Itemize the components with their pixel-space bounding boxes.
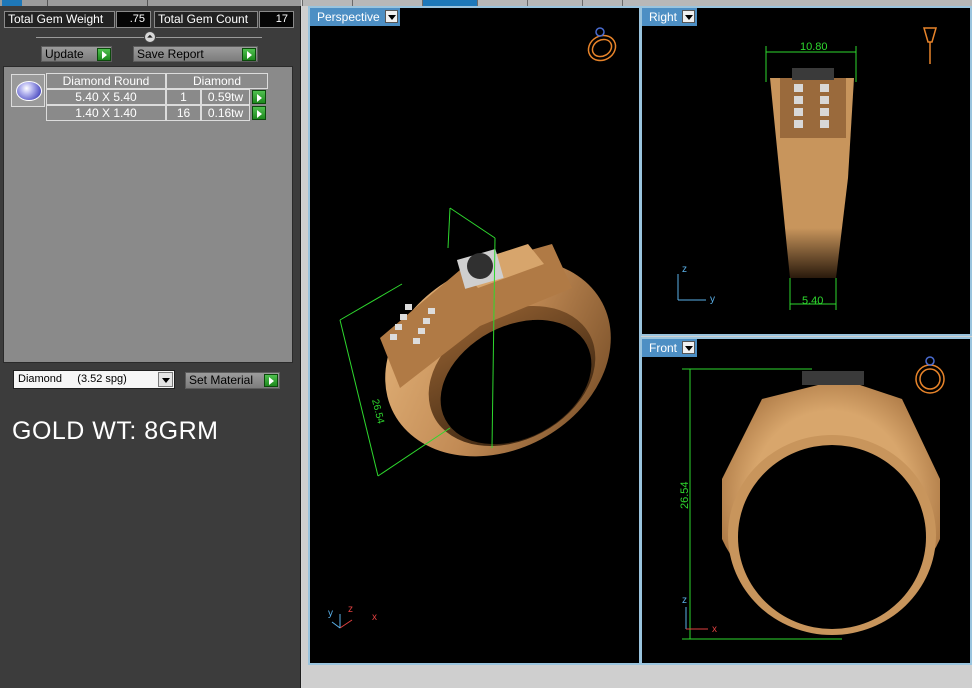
gem-report-panel: Total Gem Weight .75 Total Gem Count 17 …: [0, 0, 301, 688]
svg-text:z: z: [682, 264, 687, 275]
play-arrow-icon[interactable]: [252, 106, 266, 120]
gem-row-size: 1.40 X 1.40: [46, 105, 166, 121]
total-gem-count-label: Total Gem Count: [154, 11, 258, 28]
total-gem-count-value: 17: [259, 11, 294, 28]
collapse-knob-icon[interactable]: ⏶: [144, 31, 156, 43]
set-material-button[interactable]: Set Material: [185, 372, 280, 389]
play-arrow-icon[interactable]: [252, 90, 266, 104]
set-material-button-label: Set Material: [189, 373, 254, 387]
gem-row-weight: 0.16tw: [201, 105, 250, 121]
total-gem-weight-value: .75: [116, 11, 151, 28]
material-selected-value: Diamond (3.52 spg): [18, 373, 127, 385]
play-arrow-icon: [242, 48, 256, 61]
svg-text:z: z: [348, 604, 353, 615]
front-view-label-text: Front: [649, 341, 678, 355]
svg-text:x: x: [372, 612, 377, 623]
svg-text:x: x: [712, 624, 717, 635]
save-report-button-label: Save Report: [137, 47, 204, 61]
right-bottom-dimension: 5.40: [802, 295, 823, 307]
save-report-button[interactable]: Save Report: [133, 46, 258, 62]
chevron-down-icon[interactable]: [682, 10, 696, 23]
axis-gizmo-icon: z y x: [328, 604, 377, 629]
gold-weight-annotation: GOLD WT: 8GRM: [12, 417, 219, 445]
panel-top-strip: [0, 0, 301, 6]
front-viewport[interactable]: 26.54 z x Front: [640, 337, 972, 665]
svg-text:y: y: [328, 608, 333, 619]
perspective-view-label[interactable]: Perspective: [310, 8, 400, 26]
svg-text:z: z: [682, 595, 687, 606]
perspective-view-label-text: Perspective: [317, 10, 380, 24]
ring-orientation-icon: [915, 356, 945, 394]
gem-row-count: 16: [166, 105, 201, 121]
front-dimension-label: 26.54: [679, 481, 691, 509]
total-gem-weight-label: Total Gem Weight: [4, 11, 115, 28]
chevron-down-icon[interactable]: [158, 372, 173, 387]
perspective-scene: 26.54 z y x: [328, 27, 617, 629]
play-arrow-icon: [97, 48, 111, 61]
panel-tab-separator: [47, 0, 48, 6]
right-scene: 10.80 5.40 z y: [677, 27, 937, 310]
gem-row-size: 5.40 X 5.40: [46, 89, 166, 105]
axis-gizmo-icon: z x: [682, 595, 717, 635]
svg-text:y: y: [710, 294, 715, 305]
gem-row-count: 1: [166, 89, 201, 105]
chevron-down-icon[interactable]: [384, 10, 398, 23]
update-button-label: Update: [45, 47, 84, 61]
right-view-label[interactable]: Right: [642, 8, 698, 26]
round-diamond-icon[interactable]: [11, 74, 45, 107]
perspective-dimension-label: 26.54: [369, 398, 386, 425]
ring-front-model: [722, 371, 940, 635]
gem-list-header-type: Diamond: [166, 73, 268, 89]
ring-side-model: [770, 68, 854, 278]
bottom-status-strip: [302, 666, 972, 688]
panel-tab-separator: [147, 0, 148, 6]
perspective-viewport[interactable]: 26.54 z y x Perspective: [308, 6, 641, 665]
viewport-area: 26.54 z y x Perspective 10.80 5.40 z y R…: [302, 0, 972, 688]
material-dropdown[interactable]: Diamond (3.52 spg): [13, 370, 175, 389]
gem-list-header-shape: Diamond Round: [46, 73, 166, 89]
right-top-dimension: 10.80: [800, 41, 828, 53]
right-view-label-text: Right: [649, 10, 678, 24]
panel-tab-active[interactable]: [2, 0, 22, 6]
front-view-label[interactable]: Front: [642, 339, 698, 357]
axis-gizmo-icon: z y: [677, 264, 715, 305]
front-scene: 26.54 z x: [679, 356, 945, 640]
gem-list: Diamond Round Diamond 5.40 X 5.40 1 0.59…: [3, 66, 293, 363]
ring-orientation-icon: [923, 27, 937, 64]
update-button[interactable]: Update: [41, 46, 112, 62]
chevron-down-icon[interactable]: [682, 341, 696, 354]
play-arrow-icon: [264, 374, 278, 387]
right-viewport[interactable]: 10.80 5.40 z y Right: [640, 6, 972, 336]
ring-orientation-icon: [587, 27, 617, 62]
gem-row-weight: 0.59tw: [201, 89, 250, 105]
